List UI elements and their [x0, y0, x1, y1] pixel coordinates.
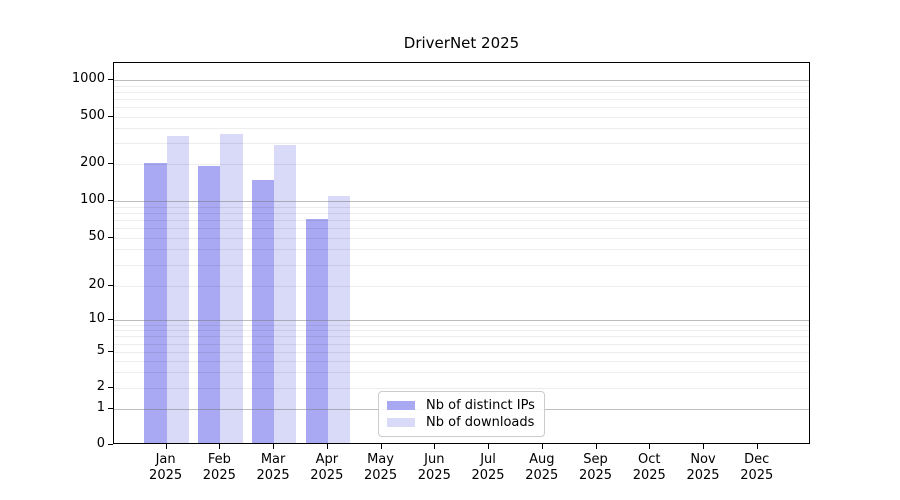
legend-label: Nb of distinct IPs	[426, 398, 535, 413]
x-axis-tick-mark	[756, 444, 758, 449]
x-axis-tick-mark	[326, 444, 328, 449]
y-axis-tick-label: 20	[88, 277, 105, 292]
y-axis-tick-label: 1000	[71, 71, 105, 86]
x-axis-tick-mark	[434, 444, 436, 449]
x-axis-tick-mark	[541, 444, 543, 449]
y-axis-tick-mark	[108, 319, 113, 320]
y-axis-tick-mark	[108, 163, 113, 164]
y-axis-tick-mark	[108, 387, 113, 388]
gridline-minor	[114, 117, 809, 118]
gridline-minor	[114, 143, 809, 145]
legend: Nb of distinct IPs Nb of downloads	[378, 391, 545, 437]
gridline-minor	[114, 85, 809, 87]
x-axis-tick-mark	[219, 444, 221, 449]
gridline-minor	[114, 128, 809, 130]
x-axis-month: Dec	[744, 452, 770, 467]
y-axis-tick-label: 10	[88, 311, 105, 326]
gridline-minor	[114, 91, 809, 93]
legend-swatch-downloads	[387, 418, 415, 427]
y-axis-tick-mark	[108, 408, 113, 409]
x-axis-tick-mark	[273, 444, 275, 449]
y-axis-tick-mark	[108, 236, 113, 238]
y-axis-tick-label: 200	[80, 155, 105, 170]
y-axis-tick-mark	[108, 285, 113, 286]
x-axis-tick-mark	[595, 444, 597, 449]
bar-distinct-ips	[198, 165, 221, 443]
bar-distinct-ips	[251, 180, 275, 443]
x-axis-tick-label: Dec 2025	[725, 452, 789, 484]
y-axis-tick-mark	[108, 200, 113, 201]
x-axis-tick-mark	[649, 444, 651, 449]
legend-entry-distinct-ips: Nb of distinct IPs	[387, 398, 536, 413]
y-axis-tick-label: 2	[96, 379, 105, 394]
bar-downloads	[327, 195, 351, 443]
bar-distinct-ips	[305, 219, 328, 443]
y-axis-tick-mark	[108, 351, 113, 352]
x-axis-tick-mark	[488, 444, 490, 449]
y-axis-tick-label: 50	[88, 228, 105, 244]
y-axis-tick-label: 100	[80, 192, 105, 207]
y-axis-tick-mark	[108, 444, 113, 445]
gridline-minor	[114, 107, 809, 109]
plot-area	[113, 62, 810, 444]
legend-entry-downloads: Nb of downloads	[387, 415, 536, 430]
y-axis-tick-label: 500	[80, 108, 105, 123]
gridline-minor	[114, 99, 809, 101]
y-axis-tick-label: 5	[96, 343, 105, 358]
y-axis-tick-label: 1	[96, 400, 105, 415]
bar-downloads	[166, 135, 189, 443]
gridline-major	[114, 80, 809, 81]
y-axis-tick-mark	[108, 116, 113, 117]
chart-figure: DriverNet 2025 0 1 2 5 10 20 50 100 200 500 1000 Ja…	[0, 0, 900, 500]
x-axis-tick-mark	[165, 444, 167, 449]
gridline-minor	[114, 164, 809, 165]
x-axis-year: 2025	[740, 468, 774, 483]
bar-downloads	[274, 145, 297, 443]
bar-downloads	[220, 133, 243, 443]
legend-label: Nb of downloads	[426, 415, 535, 430]
legend-swatch-distinct-ips	[387, 401, 415, 410]
y-axis-tick-label: 0	[96, 436, 105, 451]
chart-title: DriverNet 2025	[403, 34, 520, 52]
y-axis-tick-mark	[108, 79, 113, 80]
x-axis-tick-mark	[703, 444, 704, 449]
bar-distinct-ips	[144, 163, 167, 443]
x-axis-tick-mark	[380, 444, 382, 449]
